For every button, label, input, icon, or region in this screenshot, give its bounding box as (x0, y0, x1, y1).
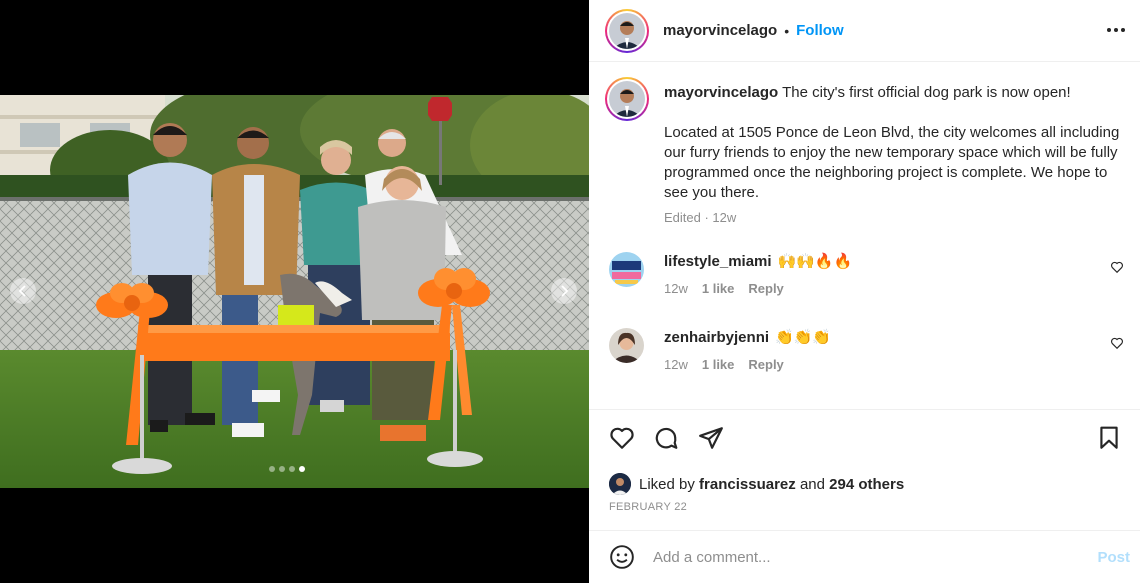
comment-likes[interactable]: 1 like (702, 357, 735, 372)
post-comment-button[interactable]: Post (1097, 549, 1130, 566)
comment-text: 👏👏👏 (775, 328, 832, 346)
follow-button[interactable]: Follow (796, 22, 844, 39)
heart-outline-icon[interactable] (1110, 336, 1124, 350)
emoji-smiley-icon[interactable] (609, 544, 635, 570)
profile-photo-icon (609, 328, 644, 363)
post-actions (609, 425, 1120, 453)
caption-headline: The city's first official dog park is no… (782, 84, 1071, 101)
more-options-button[interactable] (1104, 18, 1128, 42)
reply-button[interactable]: Reply (748, 357, 783, 372)
comments-section[interactable]: mayorvincelago The city's first official… (589, 63, 1140, 410)
carousel-dot (289, 466, 295, 472)
liked-by-others[interactable]: 294 others (829, 476, 904, 493)
carousel-prev-button[interactable] (10, 278, 36, 304)
carousel-dot-active (299, 466, 305, 472)
lifestyle-logo-icon (609, 252, 644, 287)
caption-username[interactable]: mayorvincelago (664, 84, 778, 101)
post-date[interactable]: FEBRUARY 22 (609, 501, 687, 513)
liker-avatar[interactable] (609, 473, 631, 495)
liked-by-user[interactable]: francissuarez (699, 476, 796, 493)
more-horizontal-icon (1107, 28, 1125, 32)
dot-separator: • (784, 22, 790, 39)
carousel-indicator (269, 466, 305, 472)
post-photo[interactable] (0, 95, 589, 488)
add-comment-bar: Add a comment... Post (589, 530, 1140, 583)
caption-avatar[interactable] (605, 77, 649, 121)
reply-button[interactable]: Reply (748, 281, 783, 296)
post-caption: mayorvincelago The city's first official… (605, 77, 1125, 225)
carousel-dot (269, 466, 275, 472)
post-media (0, 0, 589, 583)
carousel-next-button[interactable] (551, 278, 577, 304)
save-bookmark-icon[interactable] (1096, 425, 1122, 451)
comment-bubble-icon[interactable] (653, 425, 679, 451)
comment-username[interactable]: zenhairbyjenni (664, 329, 769, 346)
like-heart-icon[interactable] (609, 425, 635, 451)
comment-text: 🙌🙌🔥🔥 (777, 252, 853, 270)
comment-input[interactable]: Add a comment... (653, 549, 1097, 566)
caption-edited: Edited · 12w (664, 210, 737, 225)
caption-body: Located at 1505 Ponce de Leon Blvd, the … (664, 124, 1120, 201)
comment-username[interactable]: lifestyle_miami (664, 253, 772, 270)
liked-by-prefix: Liked by (639, 475, 695, 493)
chevron-right-icon (561, 285, 569, 297)
heart-outline-icon[interactable] (1110, 260, 1124, 274)
comment-item: lifestyle_miami 🙌🙌🔥🔥 12w 1 like Reply (609, 252, 1124, 296)
liked-by: Liked by francissuarez and 294 others (609, 473, 904, 495)
author-username[interactable]: mayorvincelago (663, 22, 777, 39)
profile-photo-icon (609, 81, 645, 117)
author-avatar[interactable] (605, 8, 649, 53)
liked-by-and: and (799, 475, 825, 493)
commenter-avatar[interactable] (609, 328, 644, 363)
commenter-avatar[interactable] (609, 252, 644, 287)
comment-age[interactable]: 12w (664, 357, 688, 372)
comment-likes[interactable]: 1 like (702, 281, 735, 296)
chevron-left-icon (18, 285, 26, 297)
comment-item: zenhairbyjenni 👏👏👏 12w 1 like Reply (609, 328, 1124, 372)
post-sidebar: mayorvincelago • Follow mayorvincelago T… (589, 0, 1140, 583)
carousel-dot (279, 466, 285, 472)
profile-photo-icon (609, 473, 631, 495)
ribbon-cutting-photo (0, 95, 589, 488)
comment-age[interactable]: 12w (664, 281, 688, 296)
post-header: mayorvincelago • Follow (589, 0, 1140, 62)
share-paper-plane-icon[interactable] (698, 425, 724, 451)
profile-photo-icon (609, 12, 645, 49)
